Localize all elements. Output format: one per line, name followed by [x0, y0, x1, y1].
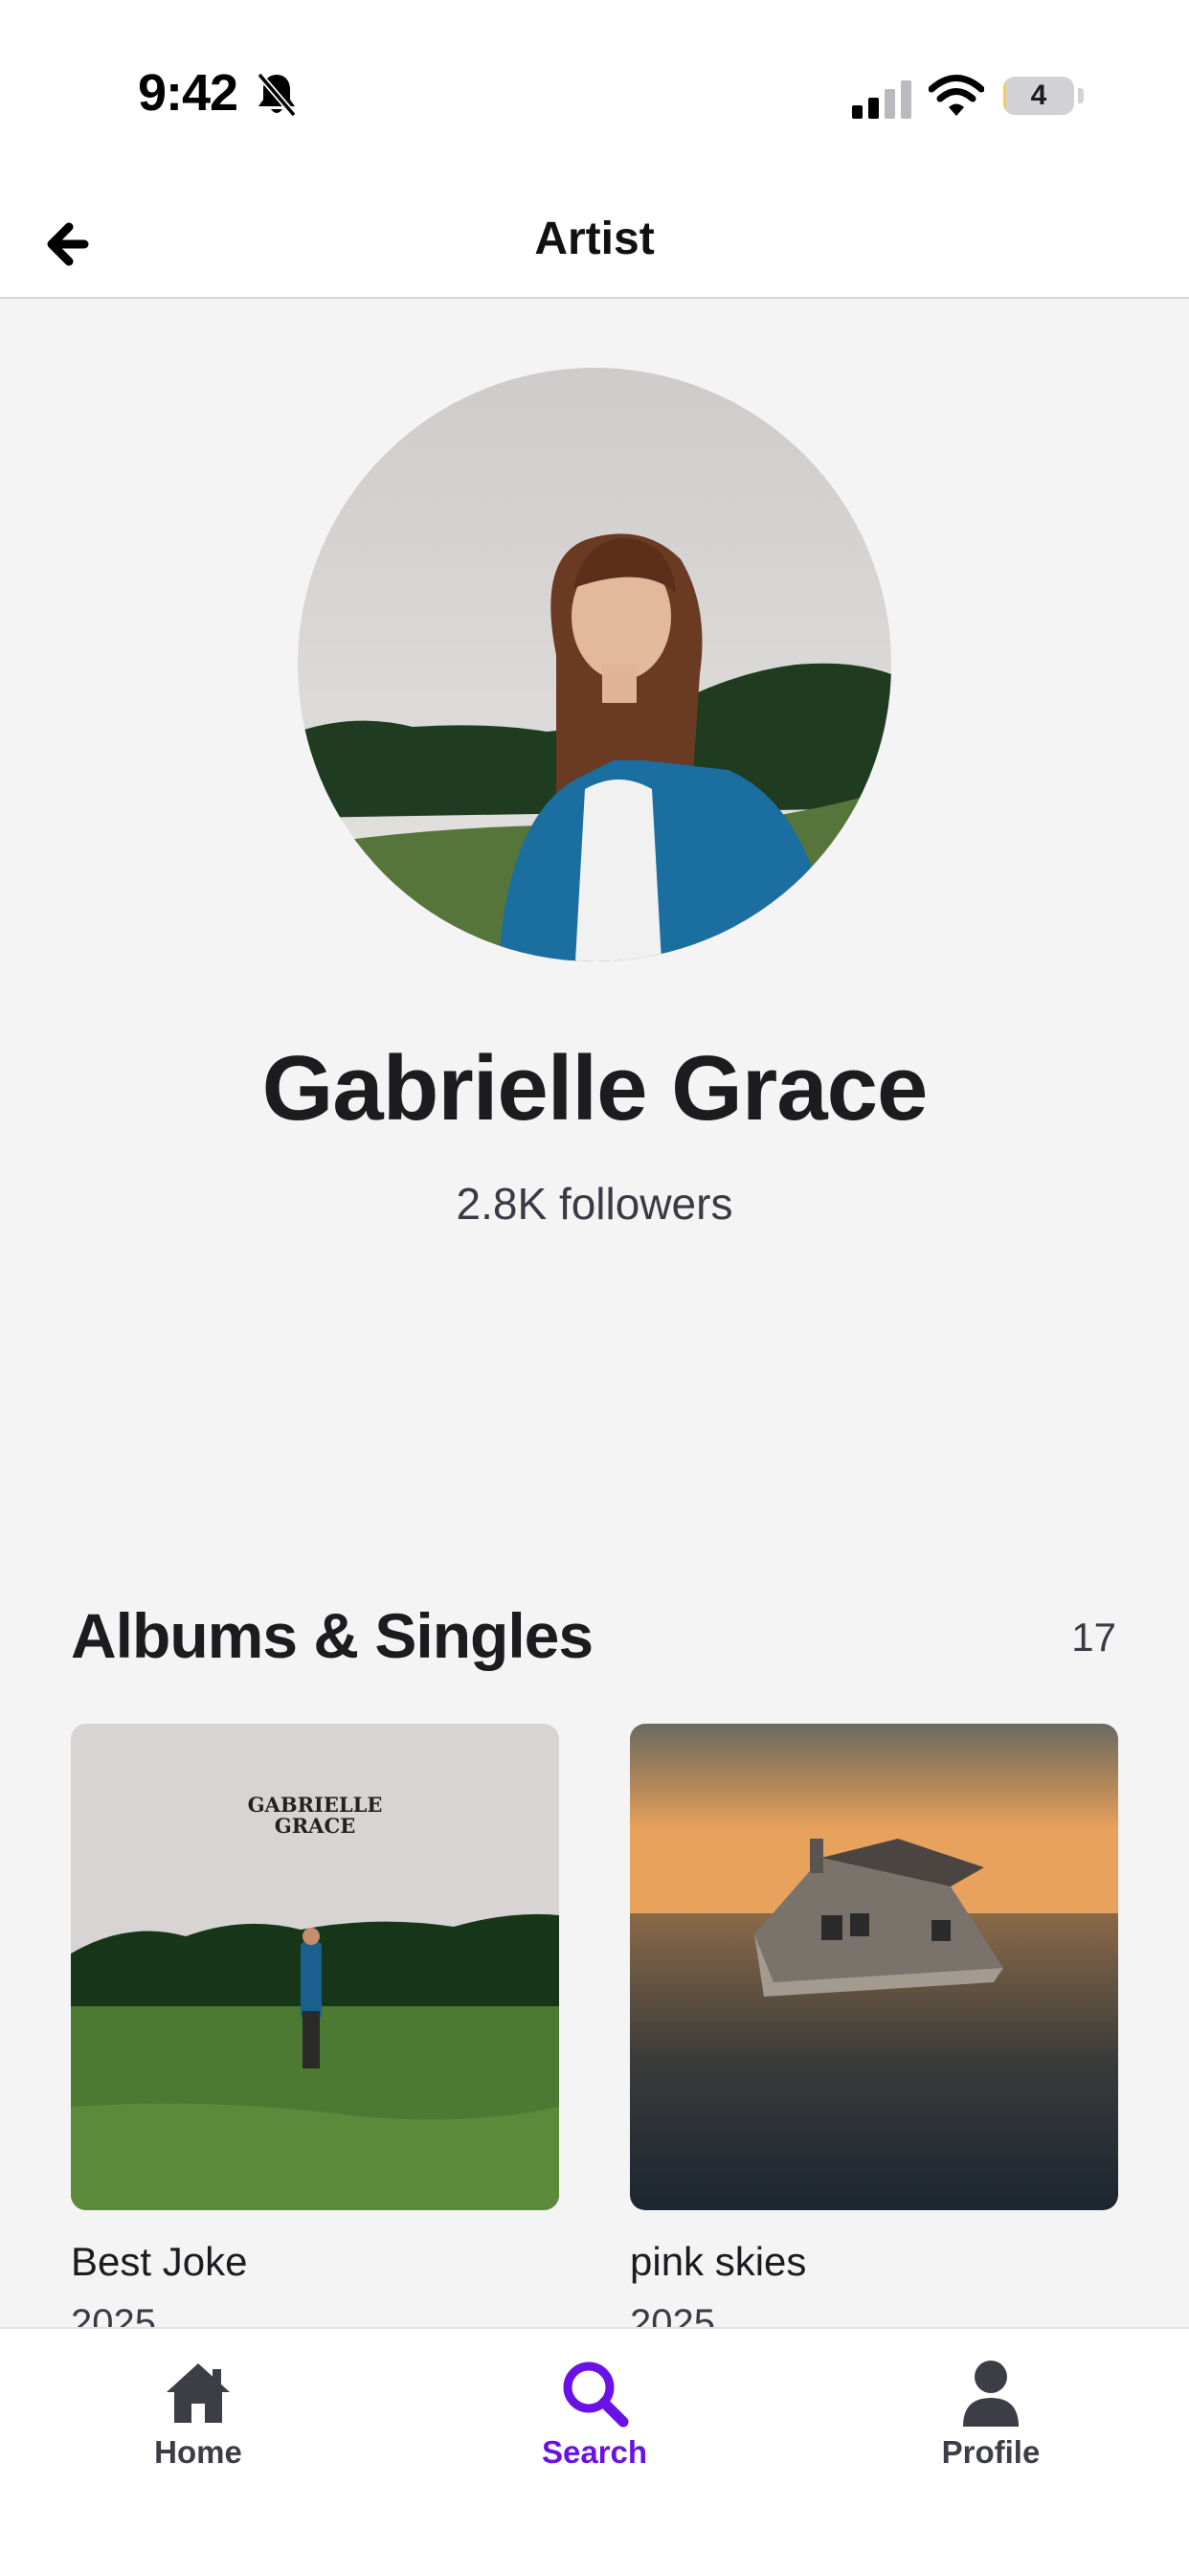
tab-label: Search: [541, 2434, 648, 2470]
page-title: Artist: [534, 214, 655, 264]
tab-profile[interactable]: Profile: [793, 2329, 1189, 2520]
home-icon: [167, 2363, 230, 2423]
album-cover: [630, 1724, 1118, 2210]
battery-cap: [1078, 88, 1084, 103]
bell-slash-icon: [257, 72, 297, 118]
album-cover: GABRIELLE GRACE: [71, 1724, 559, 2210]
albums-section-title: Albums & Singles: [71, 1600, 594, 1671]
artist-avatar: [298, 368, 891, 961]
tab-home[interactable]: Home: [0, 2329, 396, 2520]
album-card-best-joke[interactable]: GABRIELLE GRACE Best Joke 2025: [71, 1724, 559, 2345]
album-title: Best Joke: [71, 2239, 248, 2284]
battery-level: 4: [1030, 79, 1047, 111]
arrow-left-icon: [47, 222, 89, 266]
status-bar: 9:42 4: [0, 0, 1189, 192]
cellular-signal-icon: [852, 80, 911, 119]
back-button[interactable]: [38, 211, 105, 278]
tab-bar: Home Search Profile: [0, 2327, 1189, 2576]
tab-search[interactable]: Search: [396, 2329, 793, 2520]
followers-count: 2.8K followers: [456, 1179, 733, 1229]
nav-header: Artist: [0, 192, 1189, 299]
tab-label: Home: [154, 2434, 242, 2470]
artist-photo: [298, 368, 891, 961]
person-icon: [963, 2361, 1019, 2427]
tab-label: Profile: [941, 2434, 1041, 2470]
artist-name: Gabrielle Grace: [261, 1037, 929, 1140]
battery-icon: 4: [1003, 77, 1074, 115]
cover-text-line2: GRACE: [275, 1814, 355, 1838]
album-card-pink-skies[interactable]: pink skies 2025: [630, 1724, 1118, 2345]
search-icon: [563, 2361, 629, 2428]
albums-count: 17: [1071, 1615, 1116, 1660]
status-time: 9:42: [138, 64, 238, 122]
wifi-icon: [929, 75, 984, 116]
album-title: pink skies: [630, 2239, 807, 2284]
